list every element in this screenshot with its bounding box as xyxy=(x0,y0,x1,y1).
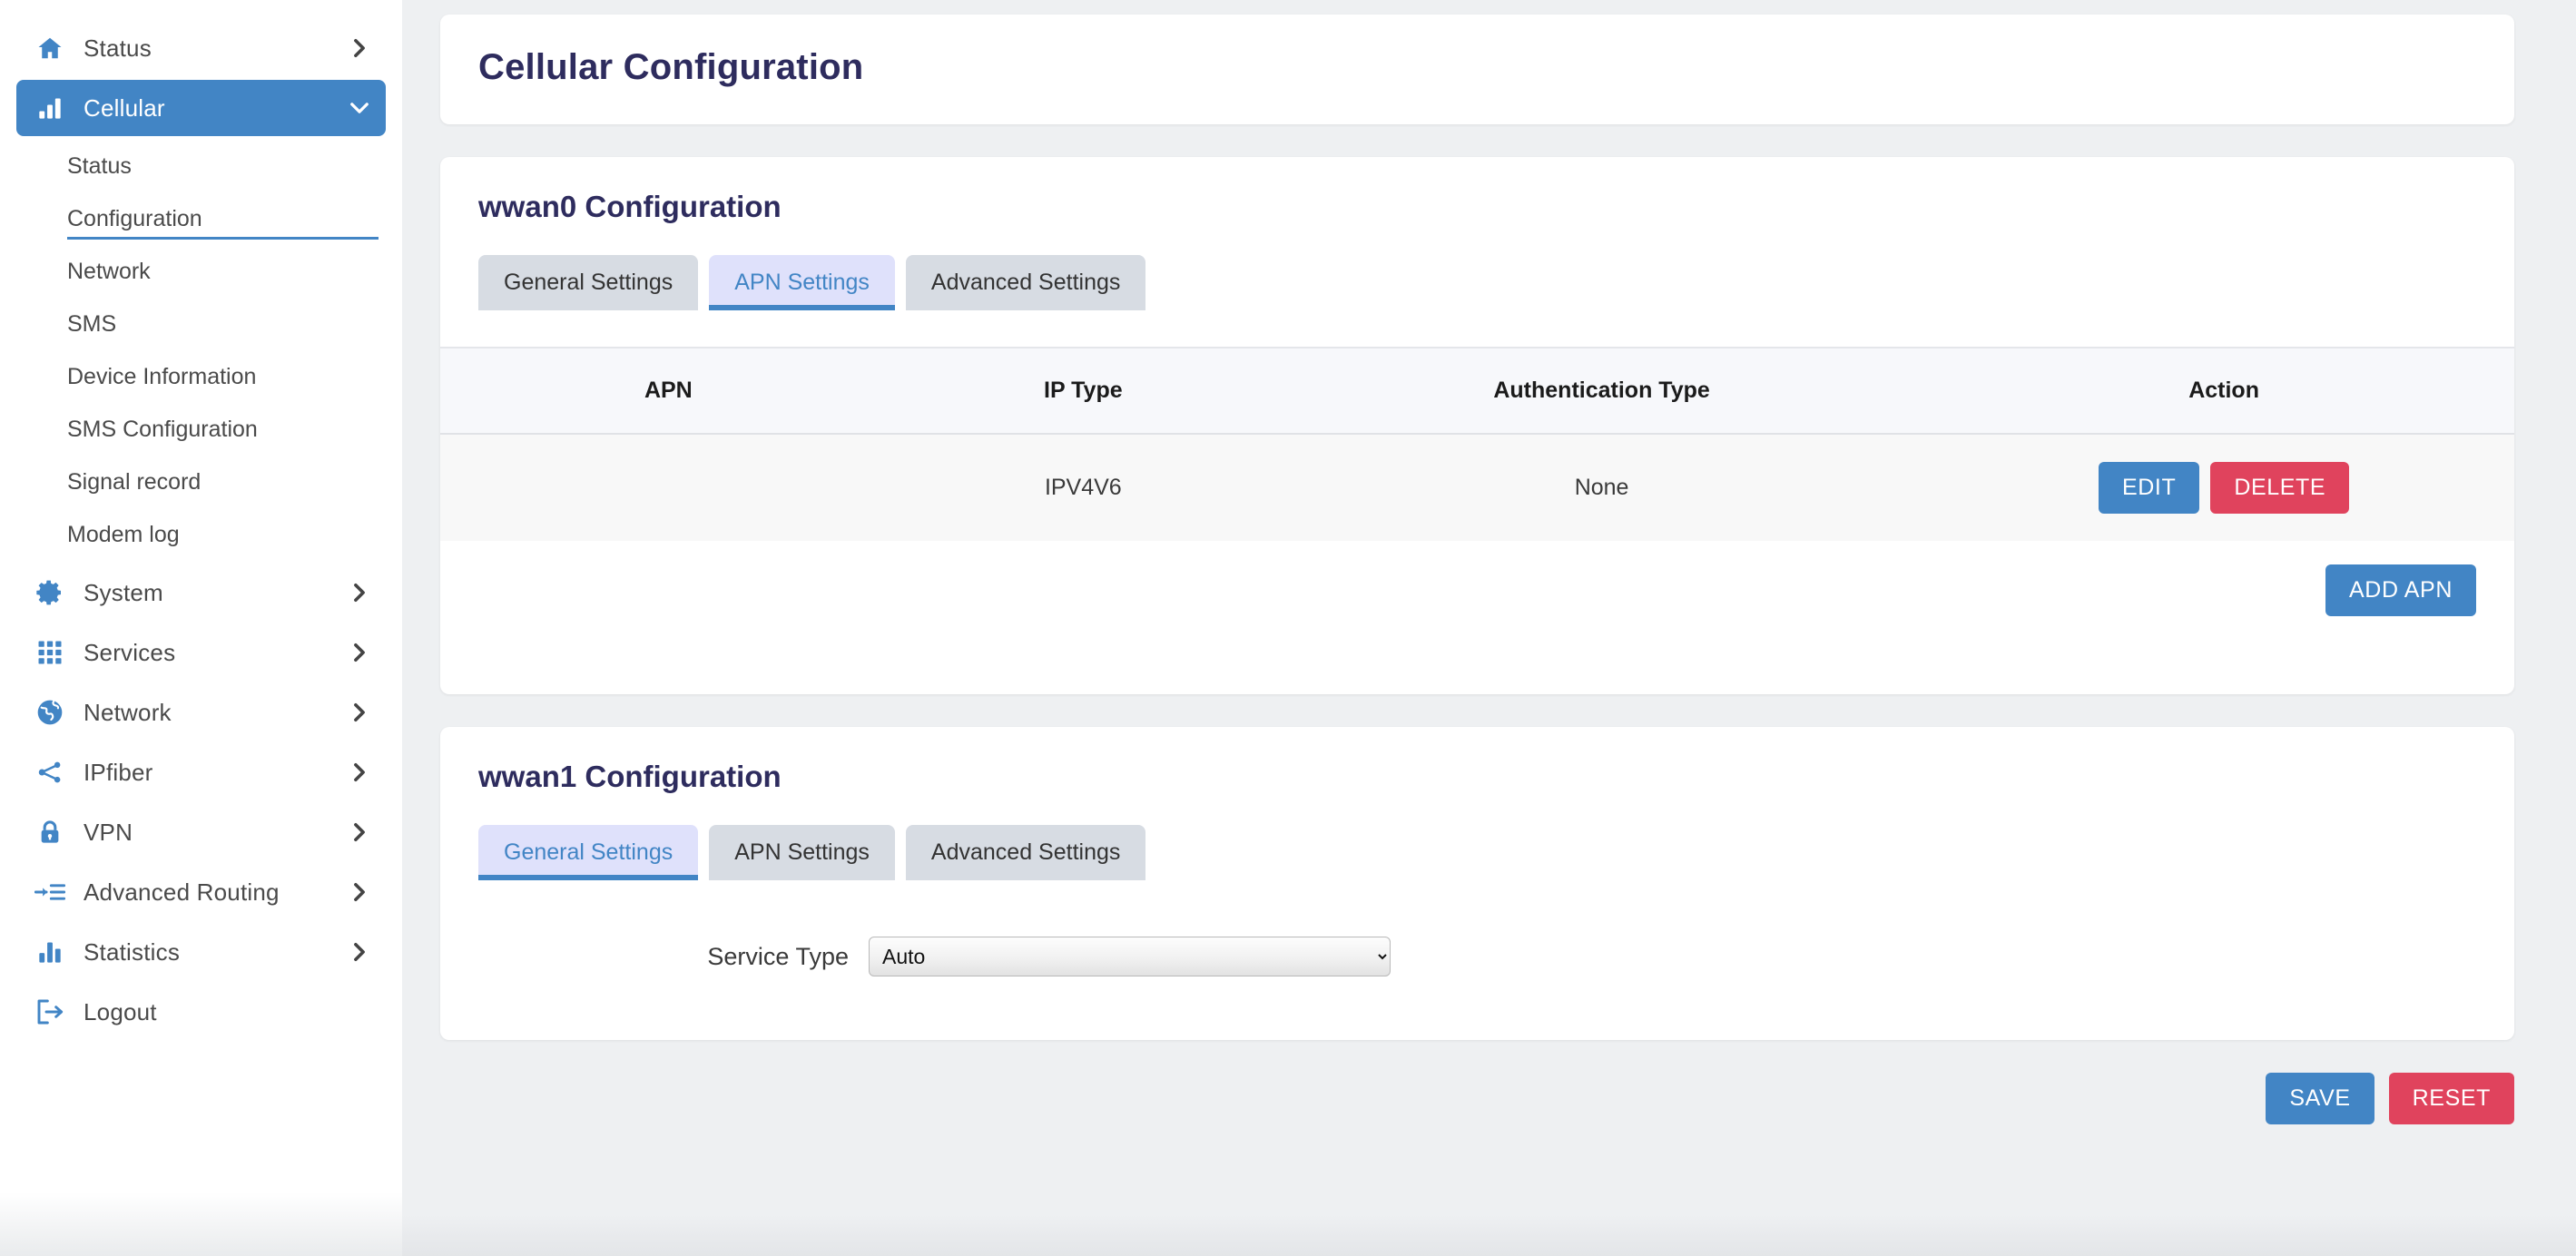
page-header-card: Cellular Configuration xyxy=(440,15,2514,124)
signal-bars-icon xyxy=(33,93,67,123)
tab-wwan1-apn-settings[interactable]: APN Settings xyxy=(709,825,895,880)
tab-wwan0-apn-settings[interactable]: APN Settings xyxy=(709,255,895,310)
sidebar-item-label: Cellular xyxy=(84,93,165,122)
sidebar-item-advanced-routing[interactable]: Advanced Routing xyxy=(16,864,386,920)
sidebar-submenu-cellular: Status Configuration Network SMS Device … xyxy=(0,140,402,561)
apn-table-footer: ADD APN xyxy=(440,541,2514,643)
cell-ip-type: IPV4V6 xyxy=(1044,475,1122,500)
tab-underline-spacer xyxy=(440,310,2514,347)
wwan0-title: wwan0 Configuration xyxy=(478,190,782,223)
sidebar-item-label: Advanced Routing xyxy=(84,878,280,906)
sidebar-item-label: Services xyxy=(84,638,176,666)
service-type-select[interactable]: Auto xyxy=(869,937,1391,976)
column-header-authentication-type: Authentication Type xyxy=(1269,347,1934,435)
home-icon xyxy=(33,33,67,64)
sidebar: Status Cellular Status Configuration Net… xyxy=(0,0,402,1256)
row-action-buttons: EDIT DELETE xyxy=(1933,462,2514,514)
delete-button[interactable]: DELETE xyxy=(2210,462,2350,514)
main-content: Cellular Configuration wwan0 Configurati… xyxy=(402,0,2576,1256)
sidebar-subitem-sms-configuration[interactable]: SMS Configuration xyxy=(16,403,386,456)
tab-wwan0-general-settings[interactable]: General Settings xyxy=(478,255,699,310)
table-row: IPV4V6 None EDIT DELETE xyxy=(440,434,2514,541)
sidebar-item-logout[interactable]: Logout xyxy=(16,984,386,1040)
apn-table: APN IP Type Authentication Type Action I… xyxy=(440,347,2514,541)
sidebar-item-label: System xyxy=(84,578,163,606)
bar-chart-icon xyxy=(33,937,67,967)
page-action-bar: SAVE RESET xyxy=(440,1073,2514,1124)
reset-button[interactable]: RESET xyxy=(2388,1073,2514,1124)
sidebar-item-label: Logout xyxy=(84,997,157,1025)
service-type-row: Service Type Auto xyxy=(478,937,2476,976)
wwan0-configuration-card: wwan0 Configuration General Settings APN… xyxy=(440,157,2514,694)
chevron-right-icon xyxy=(349,702,369,722)
gear-icon xyxy=(33,577,67,608)
column-header-apn: APN xyxy=(440,347,897,435)
chevron-right-icon xyxy=(349,38,369,58)
logout-icon xyxy=(33,996,67,1027)
edit-button[interactable]: EDIT xyxy=(2098,462,2200,514)
sidebar-item-label: Network xyxy=(84,698,172,726)
sidebar-item-network[interactable]: Network xyxy=(16,684,386,741)
add-apn-button[interactable]: ADD APN xyxy=(2325,564,2476,616)
wwan0-tabs: General Settings APN Settings Advanced S… xyxy=(440,224,2514,310)
apn-table-body: IPV4V6 None EDIT DELETE xyxy=(440,434,2514,541)
column-header-action: Action xyxy=(1933,347,2514,435)
sidebar-item-label: Statistics xyxy=(84,937,181,966)
route-list-icon xyxy=(33,877,67,908)
wwan1-general-settings-form: Service Type Auto xyxy=(440,880,2514,1040)
chevron-right-icon xyxy=(349,762,369,782)
sidebar-subitem-signal-record[interactable]: Signal record xyxy=(16,456,386,508)
sidebar-item-status[interactable]: Status xyxy=(16,20,386,76)
chevron-right-icon xyxy=(349,882,369,902)
chevron-right-icon xyxy=(349,822,369,842)
share-nodes-icon xyxy=(33,757,67,788)
page-title: Cellular Configuration xyxy=(478,47,864,87)
wwan1-title: wwan1 Configuration xyxy=(478,760,782,793)
column-header-ip-type: IP Type xyxy=(896,347,1270,435)
chevron-down-icon xyxy=(349,98,369,118)
sidebar-item-label: VPN xyxy=(84,818,133,846)
wwan1-configuration-card: wwan1 Configuration General Settings APN… xyxy=(440,727,2514,1040)
sidebar-subitem-network[interactable]: Network xyxy=(16,245,386,298)
sidebar-subitem-device-information[interactable]: Device Information xyxy=(16,350,386,403)
app-root: Status Cellular Status Configuration Net… xyxy=(0,0,2576,1256)
wwan1-tabs: General Settings APN Settings Advanced S… xyxy=(440,794,2514,880)
tab-wwan0-advanced-settings[interactable]: Advanced Settings xyxy=(905,255,1146,310)
sidebar-item-system[interactable]: System xyxy=(16,564,386,621)
sidebar-item-vpn[interactable]: VPN xyxy=(16,804,386,860)
sidebar-subitem-status[interactable]: Status xyxy=(16,140,386,192)
chevron-right-icon xyxy=(349,942,369,962)
chevron-right-icon xyxy=(349,583,369,603)
sidebar-item-label: Status xyxy=(84,34,152,62)
chevron-right-icon xyxy=(349,643,369,662)
tab-wwan1-advanced-settings[interactable]: Advanced Settings xyxy=(905,825,1146,880)
sidebar-item-cellular[interactable]: Cellular xyxy=(16,80,386,136)
sidebar-item-statistics[interactable]: Statistics xyxy=(16,924,386,980)
sidebar-item-label: IPfiber xyxy=(84,758,153,786)
save-button[interactable]: SAVE xyxy=(2266,1073,2374,1124)
cell-action: EDIT DELETE xyxy=(1933,434,2514,541)
cell-authentication-type: None xyxy=(1574,475,1629,500)
apn-table-head: APN IP Type Authentication Type Action xyxy=(440,347,2514,435)
service-type-label: Service Type xyxy=(707,942,849,970)
sidebar-subitem-modem-log[interactable]: Modem log xyxy=(16,508,386,561)
wwan0-card-bottom-padding xyxy=(440,643,2514,694)
sidebar-item-ipfiber[interactable]: IPfiber xyxy=(16,744,386,800)
globe-icon xyxy=(33,697,67,728)
apn-table-header-row: APN IP Type Authentication Type Action xyxy=(440,347,2514,435)
grid-apps-icon xyxy=(33,637,67,668)
lock-icon xyxy=(33,817,67,848)
sidebar-subitem-sms[interactable]: SMS xyxy=(16,298,386,350)
tab-wwan1-general-settings[interactable]: General Settings xyxy=(478,825,699,880)
sidebar-item-services[interactable]: Services xyxy=(16,624,386,681)
cell-apn xyxy=(440,434,897,541)
sidebar-subitem-configuration[interactable]: Configuration xyxy=(16,192,386,245)
